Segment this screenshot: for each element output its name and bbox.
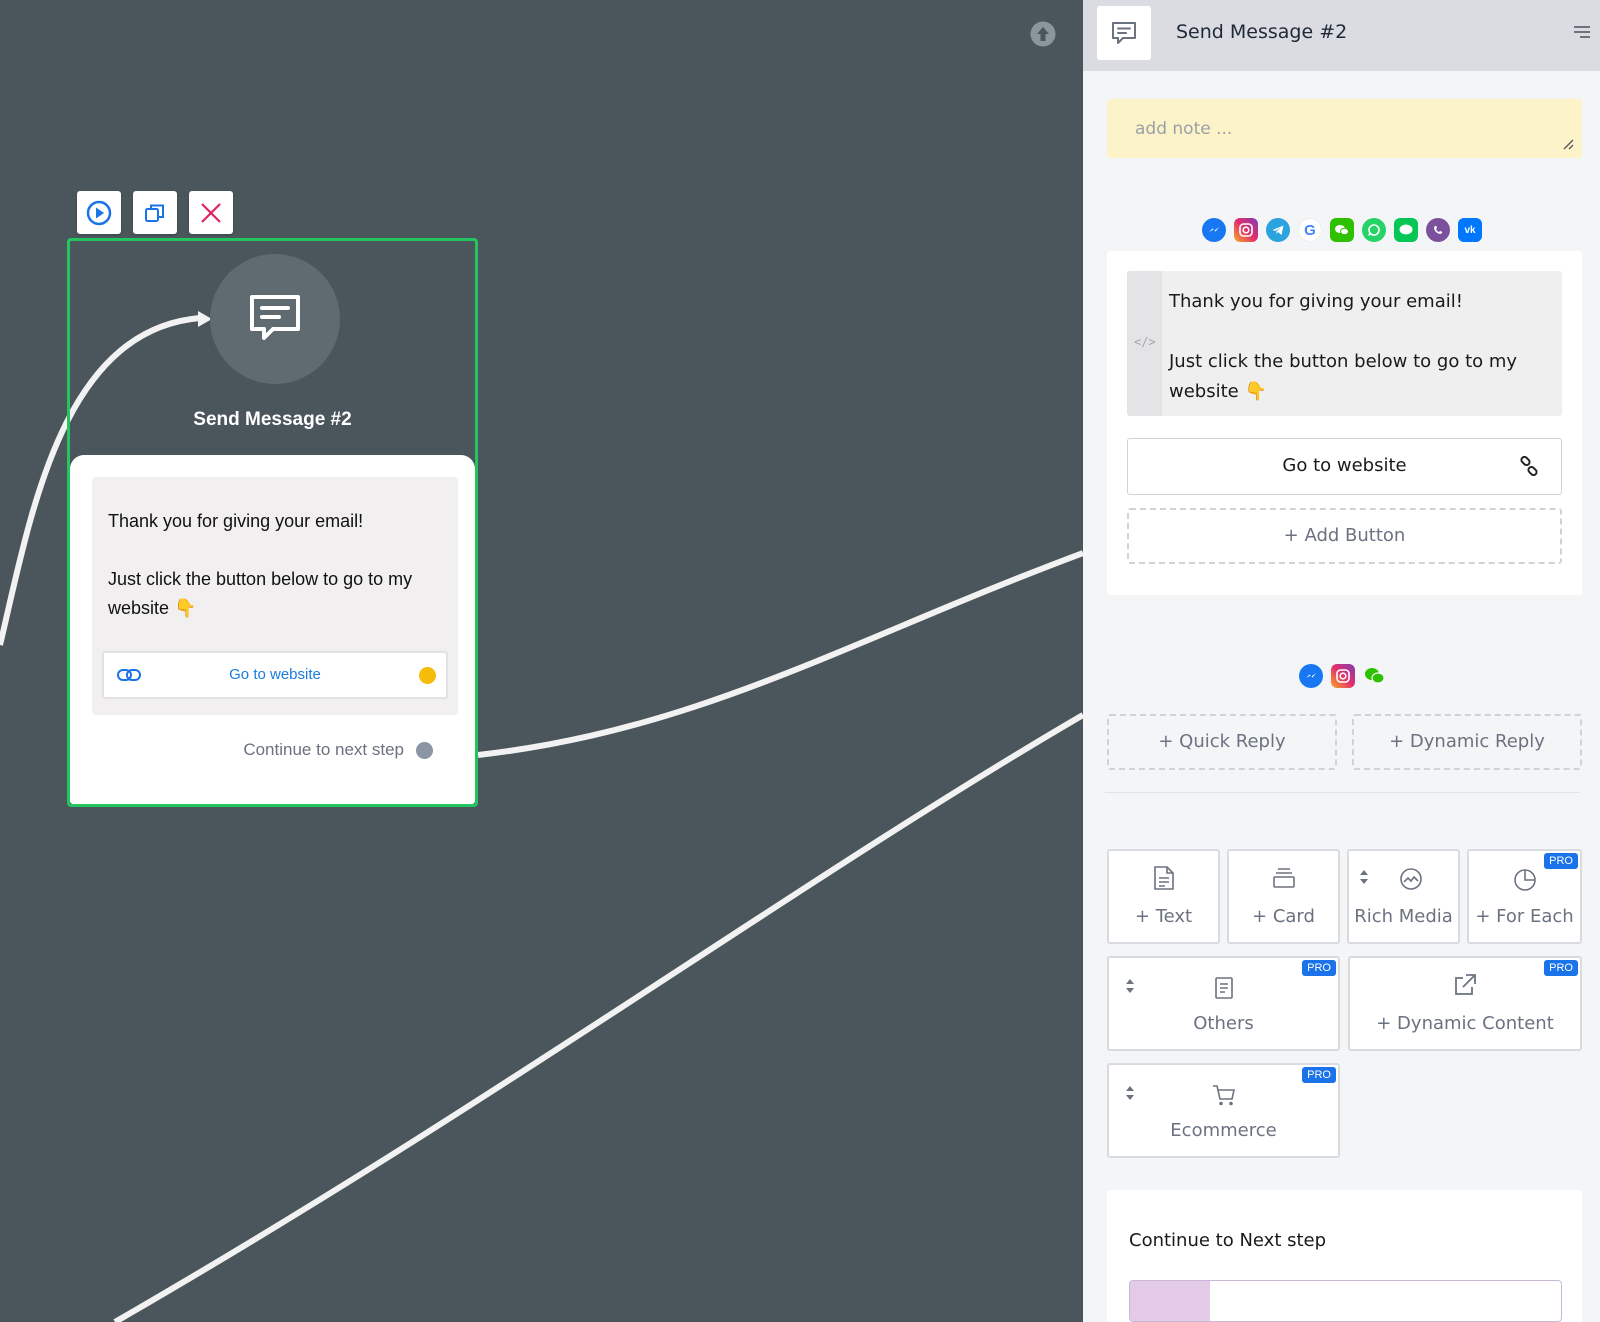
go-to-website-button[interactable]: Go to website (1127, 438, 1562, 495)
add-card-label: + Card (1252, 906, 1315, 927)
add-text-tile[interactable]: + Text (1107, 849, 1220, 944)
messenger-icon (1202, 218, 1226, 242)
copy-icon (145, 204, 164, 222)
platform-icons-top: G vk (1202, 218, 1482, 242)
node-message-bubble: Thank you for giving your email! Just cl… (92, 477, 458, 715)
rich-media-tile[interactable]: Rich Media (1347, 849, 1460, 944)
code-icon[interactable]: </> (1134, 335, 1156, 349)
play-button[interactable] (77, 191, 121, 234)
node-go-to-website-button[interactable]: Go to website (102, 651, 448, 699)
duplicate-button[interactable] (133, 191, 177, 234)
telegram-icon (1266, 218, 1290, 242)
dynamic-content-label: + Dynamic Content (1376, 1013, 1554, 1034)
quick-reply-button[interactable]: + Quick Reply (1107, 714, 1337, 770)
vk-icon: vk (1458, 218, 1482, 242)
rich-media-label: Rich Media (1354, 906, 1453, 927)
pro-badge: PRO (1302, 1067, 1336, 1083)
go-to-website-label: Go to website (1282, 455, 1407, 476)
properties-panel: Send Message #2 G (1083, 0, 1600, 1322)
wechat-icon (1363, 664, 1387, 688)
sort-icon[interactable] (1359, 869, 1369, 885)
outgoing-connection (477, 550, 1083, 758)
button-connector-dot[interactable] (419, 667, 436, 684)
sort-icon[interactable] (1125, 978, 1135, 994)
viber-icon (1426, 218, 1450, 242)
node-icon-circle (210, 254, 340, 384)
messenger-icon (1299, 664, 1323, 688)
resize-handle-icon[interactable] (1562, 138, 1574, 150)
next-step-selector-fill (1130, 1281, 1210, 1321)
next-step-selector[interactable] (1129, 1280, 1562, 1322)
pro-badge: PRO (1302, 960, 1336, 976)
others-tile[interactable]: PRO Others (1107, 956, 1340, 1051)
node-title: Send Message #2 (193, 409, 352, 430)
pie-chart-icon (1513, 869, 1536, 891)
dynamic-reply-button[interactable]: + Dynamic Reply (1352, 714, 1582, 770)
continue-connector-dot[interactable] (416, 742, 433, 759)
ecommerce-tile[interactable]: PRO Ecommerce (1107, 1063, 1340, 1158)
instagram-icon (1234, 218, 1258, 242)
quick-reply-label: + Quick Reply (1158, 731, 1286, 752)
sort-icon[interactable] (1125, 1085, 1135, 1101)
external-link-icon (1455, 974, 1476, 995)
section-divider (1105, 792, 1580, 793)
panel-header: Send Message #2 (1083, 0, 1600, 71)
shopping-cart-icon (1212, 1085, 1235, 1106)
for-each-tile[interactable]: PRO + For Each (1467, 849, 1582, 944)
line-icon (1394, 218, 1418, 242)
close-icon (201, 202, 221, 223)
panel-node-icon (1097, 6, 1151, 60)
whatsapp-icon (1362, 218, 1386, 242)
list-document-icon (1214, 977, 1233, 999)
message-text-editor[interactable]: </> Thank you for giving your email! Jus… (1127, 271, 1562, 416)
add-button-label: + Add Button (1283, 525, 1406, 546)
image-icon (1400, 868, 1422, 890)
google-icon: G (1298, 218, 1322, 242)
pro-badge: PRO (1544, 853, 1578, 869)
message-editor-card: </> Thank you for giving your email! Jus… (1107, 251, 1582, 595)
ecommerce-label: Ecommerce (1170, 1120, 1277, 1141)
node-button-label: Go to website (229, 666, 321, 683)
delete-button[interactable] (189, 191, 233, 234)
note-area (1107, 99, 1582, 158)
link-icon (1520, 456, 1538, 476)
instagram-icon (1331, 664, 1355, 688)
node-message-text: Thank you for giving your email! Just cl… (108, 511, 413, 618)
dynamic-reply-label: + Dynamic Reply (1389, 731, 1545, 752)
add-card-tile[interactable]: + Card (1227, 849, 1340, 944)
send-message-node[interactable]: Send Message #2 Thank you for giving you… (67, 238, 478, 807)
node-toolbar (77, 191, 233, 234)
menu-icon[interactable] (1572, 24, 1592, 40)
platform-icons-reply (1299, 664, 1387, 688)
panel-title: Send Message #2 (1176, 21, 1348, 43)
pro-badge: PRO (1544, 960, 1578, 976)
note-input[interactable] (1107, 99, 1582, 158)
arrow-up-circle-icon[interactable] (1029, 20, 1057, 48)
node-body: Thank you for giving your email! Just cl… (70, 455, 475, 804)
flow-canvas[interactable]: Send Message #2 Thank you for giving you… (0, 0, 1083, 1322)
dynamic-content-tile[interactable]: PRO + Dynamic Content (1348, 956, 1582, 1051)
document-icon (1153, 866, 1174, 890)
add-button[interactable]: + Add Button (1127, 508, 1562, 564)
chat-message-icon (250, 295, 300, 340)
wechat-icon (1330, 218, 1354, 242)
cards-stack-icon (1272, 868, 1295, 888)
message-text[interactable]: Thank you for giving your email! Just cl… (1169, 287, 1554, 407)
continue-next-step-title: Continue to Next step (1129, 1230, 1327, 1251)
play-icon (86, 200, 112, 225)
node-continue-label: Continue to next step (243, 740, 404, 759)
others-label: Others (1193, 1013, 1254, 1034)
for-each-label: + For Each (1475, 906, 1574, 927)
continue-next-step-card: Continue to Next step (1107, 1190, 1582, 1322)
add-text-label: + Text (1134, 906, 1193, 927)
chat-message-icon (1112, 21, 1136, 44)
